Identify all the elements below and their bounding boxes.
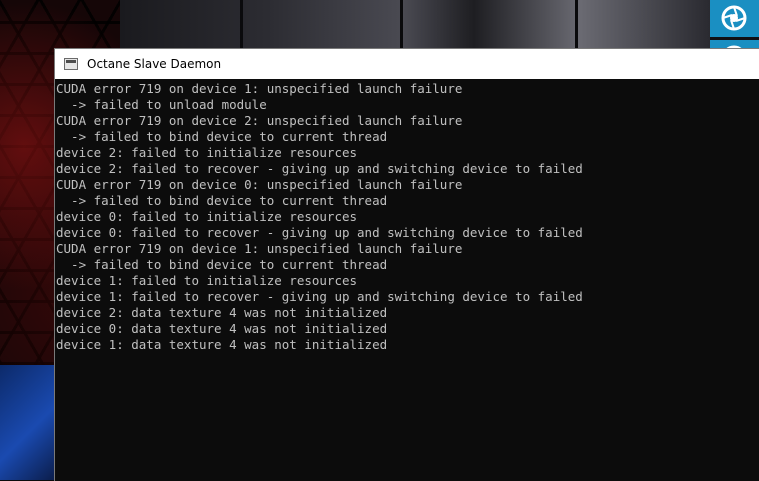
console-line: CUDA error 719 on device 0: unspecified … bbox=[56, 177, 463, 192]
blue-background-accent bbox=[0, 365, 60, 480]
console-line: -> failed to bind device to current thre… bbox=[56, 129, 388, 144]
console-line: device 2: data texture 4 was not initial… bbox=[56, 305, 388, 320]
console-line: device 0: failed to recover - giving up … bbox=[56, 225, 583, 240]
console-line: CUDA error 719 on device 1: unspecified … bbox=[56, 81, 463, 96]
console-line: device 1: failed to recover - giving up … bbox=[56, 289, 583, 304]
console-window-icon[interactable] bbox=[64, 58, 78, 70]
desktop-tile-top[interactable] bbox=[710, 0, 759, 37]
console-line: CUDA error 719 on device 2: unspecified … bbox=[56, 113, 463, 128]
console-line: -> failed to unload module bbox=[56, 97, 267, 112]
console-line: device 2: failed to initialize resources bbox=[56, 145, 358, 160]
console-window[interactable]: Octane Slave Daemon CUDA error 719 on de… bbox=[54, 48, 759, 481]
window-title: Octane Slave Daemon bbox=[87, 57, 222, 71]
console-line: -> failed to bind device to current thre… bbox=[56, 257, 388, 272]
console-line: device 1: data texture 4 was not initial… bbox=[56, 337, 388, 352]
console-line: -> failed to bind device to current thre… bbox=[56, 193, 388, 208]
console-line: device 0: data texture 4 was not initial… bbox=[56, 321, 388, 336]
window-titlebar[interactable]: Octane Slave Daemon bbox=[55, 49, 759, 79]
console-line: device 2: failed to recover - giving up … bbox=[56, 161, 583, 176]
console-line: device 0: failed to initialize resources bbox=[56, 209, 358, 224]
aperture-icon bbox=[721, 5, 747, 31]
console-line: CUDA error 719 on device 1: unspecified … bbox=[56, 241, 463, 256]
console-output[interactable]: CUDA error 719 on device 1: unspecified … bbox=[55, 79, 759, 353]
console-line: device 1: failed to initialize resources bbox=[56, 273, 358, 288]
